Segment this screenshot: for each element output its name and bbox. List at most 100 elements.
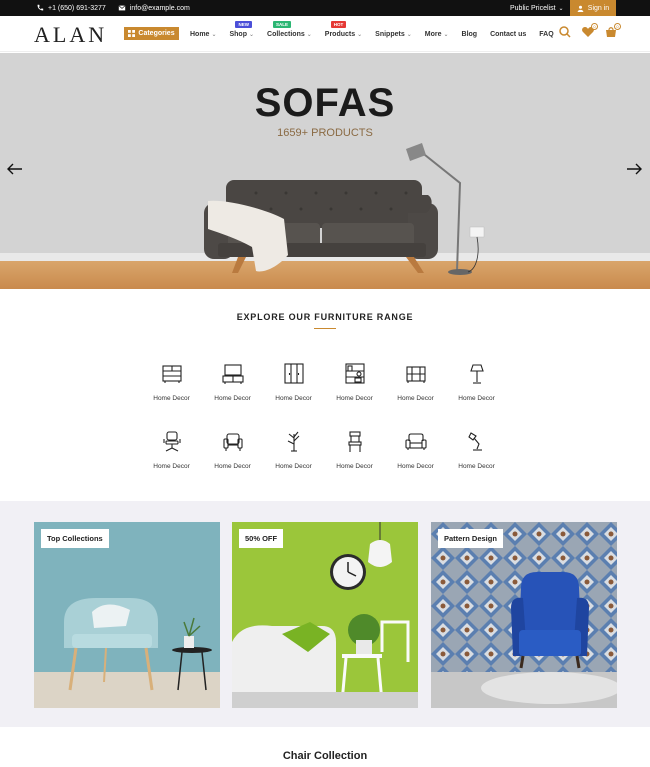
hero-subtitle: 1659+ PRODUCTS	[277, 127, 373, 139]
category-item[interactable]: Home Decor	[324, 430, 385, 470]
category-label: Home Decor	[275, 463, 312, 470]
nav-label: Shop	[229, 30, 247, 38]
nav-item-blog[interactable]: Blog	[462, 31, 478, 38]
category-item[interactable]: Home Decor	[141, 430, 202, 470]
nav-item-products[interactable]: HOT Products ⌄	[324, 20, 363, 38]
floor-lamp-icon	[469, 364, 484, 384]
category-label: Home Decor	[458, 463, 495, 470]
sofa-image	[204, 180, 438, 273]
armchair-scene-image	[34, 522, 220, 708]
hero-next-arrow-icon[interactable]	[626, 163, 642, 175]
wishlist-button[interactable]: 0	[581, 23, 598, 39]
collection-card-pattern[interactable]: Pattern Design	[431, 522, 617, 708]
phone-link[interactable]: +1 (650) 691-3277	[36, 4, 106, 12]
search-icon	[559, 26, 571, 38]
nav-label: Snippets	[375, 30, 405, 38]
nav-label: Home	[190, 30, 210, 38]
cabinet-icon	[161, 365, 182, 383]
hero-title: SOFAS	[254, 81, 396, 125]
hero-banner: SOFAS 1659+ PRODUCTS	[0, 53, 650, 289]
wingback-chair-scene-image	[431, 522, 617, 708]
dining-chair-icon	[347, 431, 362, 452]
category-label: Home Decor	[153, 463, 190, 470]
category-label: Home Decor	[336, 395, 373, 402]
chevron-down-icon: ⌄	[443, 31, 449, 38]
nav-item-home[interactable]: Home ⌄	[190, 31, 216, 38]
categories-button[interactable]: Categories	[124, 27, 179, 40]
nav-label: More	[424, 30, 442, 38]
grid-icon	[128, 30, 136, 37]
sofa-icon	[404, 433, 427, 450]
pricelist-dropdown[interactable]: Public Pricelist ⌄	[510, 0, 564, 16]
chevron-down-icon: ⌄	[248, 31, 255, 38]
collection-tag: 50% OFF	[239, 529, 284, 548]
category-item[interactable]: Home Decor	[263, 362, 324, 402]
category-grid: Home Decor Home Decor Home Decor Home De…	[141, 362, 509, 470]
range-title: EXPLORE OUR FURNITURE RANGE	[236, 312, 414, 322]
nav-label: Products	[324, 30, 356, 38]
category-item[interactable]: Home Decor	[446, 430, 507, 470]
search-button[interactable]	[558, 25, 572, 39]
category-label: Home Decor	[214, 395, 251, 402]
nav-label: Contact us	[490, 30, 527, 38]
collection-tag: Pattern Design	[438, 529, 503, 548]
title-underline	[314, 328, 336, 329]
collection-tag: Top Collections	[41, 529, 109, 548]
plant-icon	[287, 431, 299, 452]
collection-card-top[interactable]: Top Collections	[34, 522, 220, 708]
category-item[interactable]: Home Decor	[324, 362, 385, 402]
nav-item-collections[interactable]: SALE Collections ⌄	[267, 20, 312, 38]
category-label: Home Decor	[275, 395, 312, 402]
email-link[interactable]: info@example.com	[118, 4, 190, 12]
main-header: ALAN Categories Home ⌄ NEW Shop ⌄ SALE Colle…	[0, 16, 650, 52]
new-badge: NEW	[235, 20, 252, 28]
category-label: Home Decor	[458, 395, 495, 402]
hero-prev-arrow-icon[interactable]	[7, 163, 23, 175]
desk-lamp-icon	[467, 432, 482, 451]
user-icon	[577, 5, 584, 12]
wishlist-count: 0	[591, 23, 598, 30]
category-item[interactable]: Home Decor	[202, 362, 263, 402]
category-item[interactable]: Home Decor	[385, 362, 446, 402]
furniture-range-section: EXPLORE OUR FURNITURE RANGE Home Decor H…	[0, 290, 650, 500]
nav-item-more[interactable]: More ⌄	[425, 31, 449, 38]
category-label: Home Decor	[153, 395, 190, 402]
hot-badge: HOT	[330, 20, 347, 28]
top-bar: +1 (650) 691-3277 info@example.com Publi…	[0, 0, 650, 16]
collection-card-sale[interactable]: 50% OFF	[232, 522, 418, 708]
wardrobe-icon	[283, 363, 304, 384]
cart-button[interactable]: 0	[604, 23, 621, 39]
category-item[interactable]: Home Decor	[446, 362, 507, 402]
office-chair-icon	[162, 431, 181, 452]
chevron-down-icon: ⌄	[406, 31, 412, 38]
nav-item-snippets[interactable]: Snippets ⌄	[375, 31, 412, 38]
category-item[interactable]: Home Decor	[385, 430, 446, 470]
category-item[interactable]: Home Decor	[141, 362, 202, 402]
header-actions: 0 0	[558, 23, 621, 39]
phone-icon	[37, 4, 44, 11]
chevron-down-icon: ⌄	[357, 31, 363, 38]
contact-info: +1 (650) 691-3277 info@example.com	[36, 0, 190, 16]
nav-item-contact[interactable]: Contact us	[490, 31, 526, 38]
categories-label: Categories	[138, 30, 175, 37]
sale-badge: SALE	[273, 20, 292, 28]
armchair-icon	[222, 433, 243, 451]
category-item[interactable]: Home Decor	[263, 430, 324, 470]
category-item[interactable]: Home Decor	[202, 430, 263, 470]
dresser-icon	[405, 366, 426, 383]
email-text: info@example.com	[129, 4, 190, 12]
shelf-icon	[344, 363, 365, 384]
nav-item-faq[interactable]: FAQ	[539, 31, 553, 38]
envelope-icon	[118, 5, 126, 11]
signin-button[interactable]: Sign in	[570, 0, 616, 16]
sofa-scene-image	[232, 522, 418, 708]
chair-collection-title: Chair Collection	[282, 750, 368, 762]
nav-label: Blog	[461, 30, 478, 38]
phone-text: +1 (650) 691-3277	[48, 4, 106, 12]
site-logo[interactable]: ALAN	[34, 22, 107, 48]
category-label: Home Decor	[336, 463, 373, 470]
category-label: Home Decor	[397, 395, 434, 402]
pricelist-label: Public Pricelist	[510, 4, 556, 12]
nav-item-shop[interactable]: NEW Shop ⌄	[229, 20, 255, 38]
category-label: Home Decor	[397, 463, 434, 470]
